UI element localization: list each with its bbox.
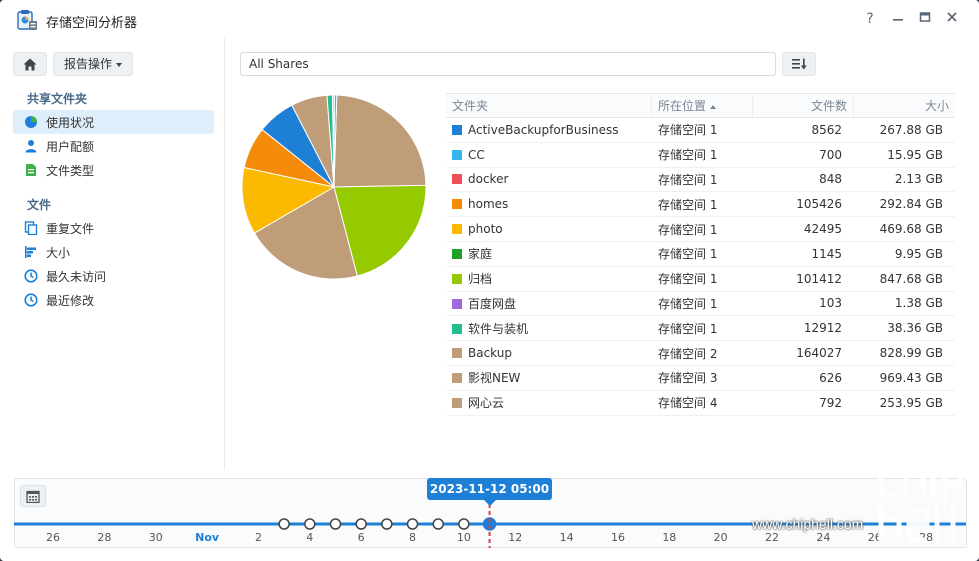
timeline-tick-label: 4 xyxy=(306,531,313,544)
timeline-tick-label: 28 xyxy=(919,531,933,544)
snapshot-point xyxy=(278,518,290,530)
timeline-tick-label: 12 xyxy=(508,531,522,544)
timeline-tick-label: 24 xyxy=(816,531,830,544)
timeline-tick-label: 26 xyxy=(46,531,60,544)
selected-snapshot-tooltip: 2023-11-12 05:00 xyxy=(427,478,552,506)
timeline-tick-label: 6 xyxy=(358,531,365,544)
timeline-tick-label: 22 xyxy=(765,531,779,544)
timeline-tick-label: 26 xyxy=(868,531,882,544)
timeline-tick-label: 2 xyxy=(255,531,262,544)
snapshot-point xyxy=(355,518,367,530)
snapshot-point xyxy=(304,518,316,530)
snapshot-point xyxy=(329,518,342,530)
snapshot-point xyxy=(381,518,393,530)
storage-analyzer-window: 存储空间分析器 ? 报告操作 共享文件夹 使用状况 用户配额 文件类型 文件 重… xyxy=(0,0,979,561)
timeline-tick-label: 18 xyxy=(662,531,676,544)
snapshot-point xyxy=(406,518,419,530)
timeline-tick-label: 14 xyxy=(560,531,574,544)
timeline-tick-label: 30 xyxy=(149,531,163,544)
timeline-tick-label: Nov xyxy=(195,531,220,544)
timeline-tick-label: 8 xyxy=(409,531,416,544)
snapshot-point xyxy=(432,518,444,530)
snapshot-point xyxy=(458,518,470,530)
watermark-text: www.chiphell.com xyxy=(752,516,864,532)
timeline-track: 26 28 30 Nov 2 4 6 8 10 12 14 16 18 20 22 24 26 28 xyxy=(14,504,966,548)
timeline-tick-label: 10 xyxy=(457,531,471,544)
timeline-tick-label: 28 xyxy=(97,531,111,544)
timeline-tick-label: 16 xyxy=(611,531,625,544)
timeline-tick-label: 20 xyxy=(714,531,728,544)
